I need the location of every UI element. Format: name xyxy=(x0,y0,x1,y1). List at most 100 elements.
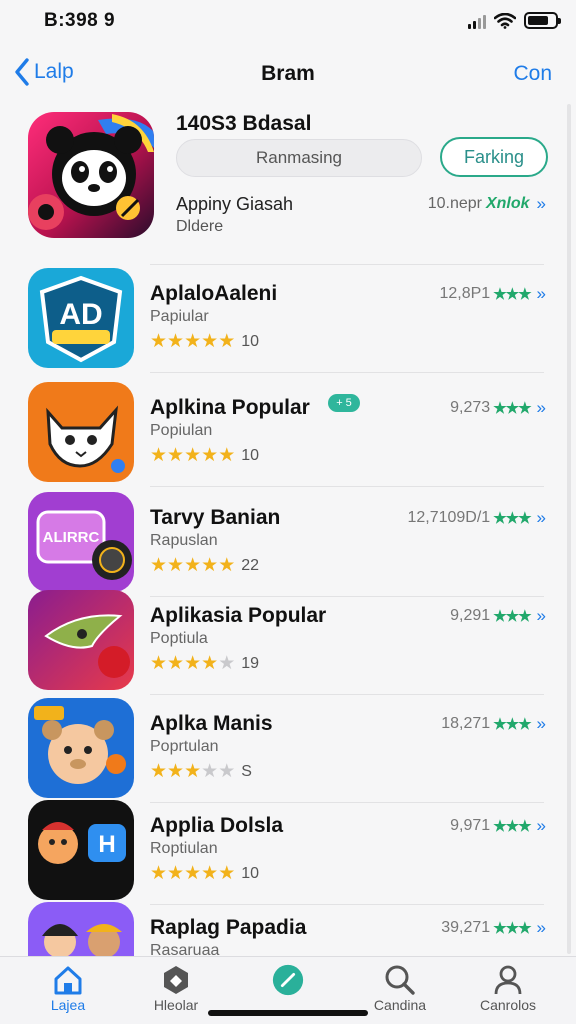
star-rating: ★ ★ ★ ★ ★ S xyxy=(150,760,252,783)
app-category: Poptiula xyxy=(150,630,208,647)
chevron-right-icon[interactable]: » xyxy=(537,714,546,734)
bear-app-icon xyxy=(28,698,134,798)
star-filled-icon: ★ xyxy=(201,653,219,674)
list-item[interactable]: Aplikasia Popular Poptiula ★ ★ ★ ★ ★ 19 9,291 ★★★… xyxy=(28,590,546,694)
star-filled-icon: ★ xyxy=(218,445,236,466)
chevron-right-icon[interactable]: » xyxy=(537,194,546,214)
svg-text:ALIRRC: ALIRRC xyxy=(43,529,100,546)
app-category: Papiular xyxy=(150,308,209,325)
star-rating: ★ ★ ★ ★ ★ 22 xyxy=(150,554,259,577)
person-icon xyxy=(494,965,522,995)
page-title: Bram xyxy=(261,62,315,85)
star-empty-icon: ★ xyxy=(218,653,236,674)
signal-icon xyxy=(468,13,486,29)
app-name: Tarvy Banian xyxy=(150,506,281,529)
star-filled-icon: ★ xyxy=(201,331,219,352)
list-item[interactable]: H Applia Dolsla Roptiulan ★ ★ ★ ★ ★ 10 9,971 ★★★» xyxy=(28,800,546,904)
divider xyxy=(150,486,544,487)
star-rating: ★ ★ ★ ★ ★ 19 xyxy=(150,652,259,675)
list-item[interactable]: Aplka Manis Poprtulan ★ ★ ★ ★ ★ S 18,271 ★★★» xyxy=(28,698,546,802)
featured-search-input[interactable]: Ranmasing xyxy=(176,139,422,177)
tab-home[interactable]: Lajea xyxy=(18,963,118,1019)
mini-stars-icon: ★★★ xyxy=(493,818,531,835)
mini-stars-icon: ★★★ xyxy=(493,716,531,733)
app-stat-value: 9,273 xyxy=(450,399,491,416)
app-stat-value: 12,7109D/1 xyxy=(407,509,491,526)
star-rating: ★ ★ ★ ★ ★ 10 xyxy=(150,862,259,885)
star-filled-icon: ★ xyxy=(167,653,185,674)
app-stat-value: 18,271 xyxy=(441,715,491,732)
hexagon-icon xyxy=(164,966,188,994)
nav-bar: Lalp Bram Con xyxy=(0,52,576,98)
h-app-icon: H xyxy=(28,800,134,900)
mini-stars-icon: ★★★ xyxy=(493,510,531,527)
app-name: Raplag Papadia xyxy=(150,916,307,939)
star-filled-icon: ★ xyxy=(184,863,202,884)
status-time: B:398 9 xyxy=(44,10,116,31)
featured-action-button[interactable]: Farking xyxy=(440,137,548,177)
chevron-right-icon[interactable]: » xyxy=(537,284,546,304)
tab-label: Lajea xyxy=(50,997,86,1013)
star-filled-icon: ★ xyxy=(201,555,219,576)
search-icon xyxy=(385,965,415,995)
chevron-right-icon[interactable]: » xyxy=(537,606,546,626)
app-stats: 9,291 ★★★ » xyxy=(450,606,546,626)
cat-app-icon xyxy=(28,382,134,482)
star-filled-icon: ★ xyxy=(167,331,185,352)
list-item[interactable]: AD AplaloAaleni Papiular ★ ★ ★ ★ ★ 10 12,8P1 ★★★» xyxy=(28,268,546,372)
divider xyxy=(150,694,544,695)
rating-count: 10 xyxy=(241,446,260,464)
star-filled-icon: ★ xyxy=(167,555,185,576)
tab-profile[interactable]: Canrolos xyxy=(458,963,558,1019)
nav-right-button[interactable]: Con xyxy=(513,62,552,86)
star-filled-icon: ★ xyxy=(184,653,202,674)
star-filled-icon: ★ xyxy=(167,445,185,466)
app-category: Poprtulan xyxy=(150,738,219,755)
star-filled-icon: ★ xyxy=(218,555,236,576)
app-name: Aplkina Popular xyxy=(150,396,310,419)
featured-subtitle: Appiny Giasah xyxy=(176,194,294,214)
app-stats: 18,271 ★★★ » xyxy=(441,714,546,734)
rating-count: 22 xyxy=(241,556,260,574)
tab-label: Canrolos xyxy=(479,997,537,1013)
battery-icon xyxy=(524,12,561,29)
app-stats: 39,271 ★★★ » xyxy=(441,918,546,938)
chevron-right-icon[interactable]: » xyxy=(537,816,546,836)
star-rating: ★ ★ ★ ★ ★ 10 xyxy=(150,330,259,353)
list-item[interactable]: Aplkina Popular + 5 Popiulan ★ ★ ★ ★ ★ 10 9,273 ★★… xyxy=(28,382,546,486)
chevron-right-icon[interactable]: » xyxy=(537,398,546,418)
star-filled-icon: ★ xyxy=(184,555,202,576)
app-stats: 9,971 ★★★ » xyxy=(450,816,546,836)
app-stats: 9,273 ★★★ » xyxy=(450,398,546,418)
app-stat-value: 39,271 xyxy=(441,919,491,936)
mini-stars-icon: ★★★ xyxy=(493,920,531,937)
star-filled-icon: ★ xyxy=(150,331,168,352)
app-stats: 12,8P1 ★★★ » xyxy=(439,284,546,304)
app-stats: 12,7109D/1 ★★★ » xyxy=(407,508,546,528)
status-bar: B:398 9 xyxy=(0,0,576,44)
list-item[interactable]: ALIRRC Tarvy Banian Rapuslan ★ ★ ★ ★ ★ 22 12,7109… xyxy=(28,492,546,596)
app-stat-value: 12,8P1 xyxy=(439,285,491,302)
star-filled-icon: ★ xyxy=(150,761,168,782)
featured-stats: 10.nepr Xnlok » xyxy=(428,194,546,214)
featured-app[interactable]: 140S3 Bdasal Ranmasing Farking Appiny Gi… xyxy=(28,112,548,252)
bird-app-icon xyxy=(28,590,134,690)
mini-stars-icon: ★★★ xyxy=(493,608,531,625)
app-name: Aplikasia Popular xyxy=(150,604,327,627)
mini-stars-icon: ★★★ xyxy=(493,286,531,303)
star-filled-icon: ★ xyxy=(201,445,219,466)
star-filled-icon: ★ xyxy=(150,445,168,466)
app-stat-value: 9,291 xyxy=(450,607,491,624)
app-category: Rapuslan xyxy=(150,532,218,549)
star-filled-icon: ★ xyxy=(218,863,236,884)
chevron-right-icon[interactable]: » xyxy=(537,918,546,938)
scrollbar[interactable] xyxy=(567,104,571,954)
ad-badge-icon: AD xyxy=(28,268,134,368)
app-category: Popiulan xyxy=(150,422,213,439)
star-empty-icon: ★ xyxy=(201,761,219,782)
svg-text:AD: AD xyxy=(59,298,102,331)
app-stat-value: 9,971 xyxy=(450,817,491,834)
chevron-right-icon[interactable]: » xyxy=(537,508,546,528)
app-category: Roptiulan xyxy=(150,840,218,857)
featured-stat-value: 10.nepr xyxy=(427,195,482,212)
